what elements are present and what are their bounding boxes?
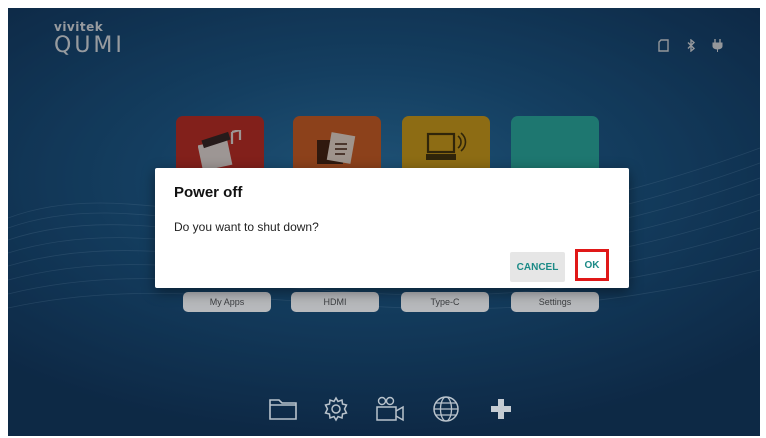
ok-button[interactable]: OK [575, 249, 609, 281]
dialog-message: Do you want to shut down? [174, 220, 319, 234]
gear-icon[interactable] [321, 394, 351, 424]
projector-home-screen: vivitek QUMI My Apps HDMI Type-C Setting… [8, 8, 760, 436]
tile-label-type-c[interactable]: Type-C [401, 292, 489, 312]
plus-icon[interactable] [486, 394, 516, 424]
camera-icon[interactable] [375, 394, 405, 424]
cancel-button[interactable]: CANCEL [510, 252, 565, 282]
dialog-title: Power off [174, 184, 243, 201]
power-off-dialog: Power off Do you want to shut down? CANC… [155, 168, 629, 288]
tile-label-hdmi[interactable]: HDMI [291, 292, 379, 312]
tile-label-settings[interactable]: Settings [511, 292, 599, 312]
folder-icon[interactable] [268, 394, 298, 424]
tile-label-my-apps[interactable]: My Apps [183, 292, 271, 312]
globe-icon[interactable] [431, 394, 461, 424]
